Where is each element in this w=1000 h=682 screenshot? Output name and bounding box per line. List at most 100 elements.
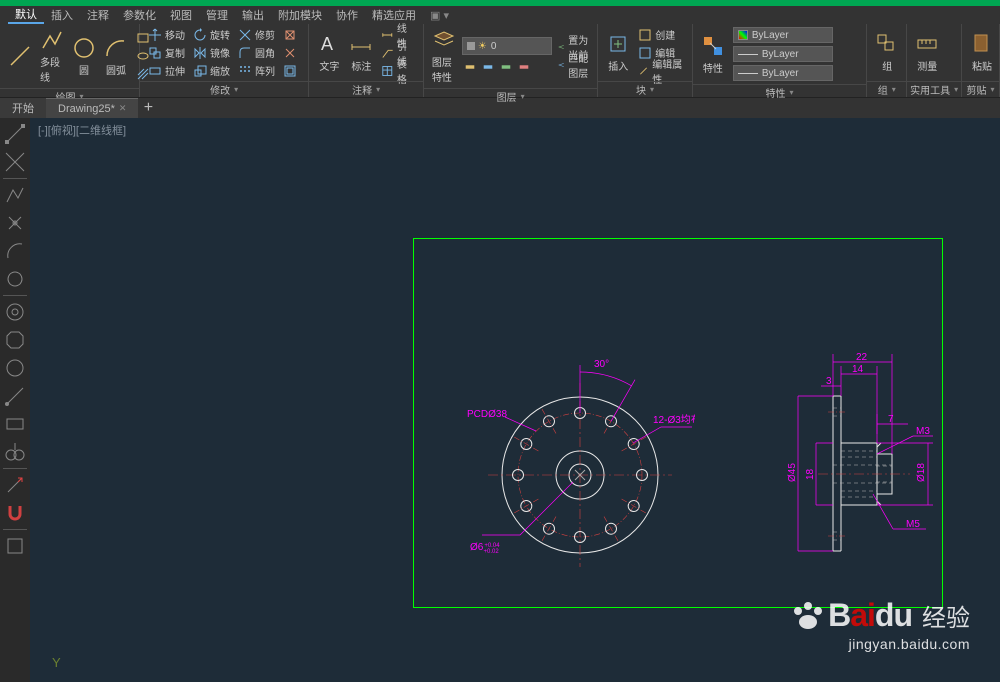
- layer-tool-icon[interactable]: [462, 58, 478, 75]
- lineweight-dropdown[interactable]: ByLayer: [733, 46, 833, 62]
- layer-tool4-icon[interactable]: [516, 58, 532, 75]
- create-block-button[interactable]: 创建: [636, 26, 686, 43]
- edit-attr-button[interactable]: 编辑属性: [636, 62, 686, 79]
- ribbon-panel-draw: 多段线 圆 圆弧 绘图: [0, 24, 140, 97]
- svg-text:30°: 30°: [594, 359, 609, 370]
- linetype-dropdown[interactable]: ByLayer: [733, 65, 833, 81]
- watermark: Baidu 经验 jingyan.baidu.com: [792, 597, 970, 652]
- copy-button[interactable]: 复制: [146, 44, 187, 61]
- layer-tool2-icon[interactable]: [480, 58, 496, 75]
- panel-title-block[interactable]: 块: [598, 81, 692, 97]
- layer-props-button[interactable]: 图层特性: [430, 26, 458, 86]
- tool-octagon-icon[interactable]: [0, 326, 30, 354]
- svg-text:M3: M3: [916, 426, 930, 437]
- svg-text:M5: M5: [906, 519, 920, 530]
- svg-text:18: 18: [805, 468, 816, 480]
- dim-button[interactable]: 标注: [347, 30, 375, 75]
- tool-circle2-icon[interactable]: [0, 354, 30, 382]
- left-toolbar: [0, 118, 30, 682]
- tool-arc-icon[interactable]: [0, 237, 30, 265]
- ribbon-panel-groups: 组 组: [867, 24, 907, 97]
- menu-view[interactable]: 视图: [163, 7, 199, 23]
- tool-rect-icon[interactable]: [0, 410, 30, 438]
- group-button[interactable]: 组: [873, 30, 901, 75]
- erase-icon[interactable]: [281, 26, 299, 43]
- tool-compound-icon[interactable]: [0, 438, 30, 466]
- tool-magnet-icon[interactable]: [0, 499, 30, 527]
- layer-tool3-icon[interactable]: [498, 58, 514, 75]
- tool-circle-icon[interactable]: [0, 298, 30, 326]
- layer-dropdown[interactable]: ☀ 0: [462, 37, 552, 55]
- panel-title-modify[interactable]: 修改: [140, 81, 308, 97]
- y-axis-label: Y: [52, 655, 61, 670]
- panel-title-annotate[interactable]: 注释: [309, 81, 423, 97]
- tab-drawing[interactable]: Drawing25*✕: [46, 98, 138, 118]
- tool-construction-icon[interactable]: [0, 148, 30, 176]
- ribbon-panel-annotate: A文字 标注 线性 引线 表格 注释: [309, 24, 424, 97]
- menu-focus-icon[interactable]: ▣ ▾: [423, 9, 456, 22]
- menu-default[interactable]: 默认: [8, 6, 44, 24]
- paste-button[interactable]: 粘贴: [968, 30, 996, 75]
- panel-title-properties[interactable]: 特性: [693, 84, 866, 100]
- color-dropdown[interactable]: ByLayer: [733, 27, 833, 43]
- panel-title-groups[interactable]: 组: [867, 81, 906, 97]
- scale-button[interactable]: 缩放: [191, 62, 232, 79]
- tool-square-icon[interactable]: [0, 532, 30, 560]
- svg-text:Ø6+0.04+0.02: Ø6+0.04+0.02: [470, 542, 500, 555]
- array-button[interactable]: 阵列: [236, 62, 277, 79]
- measure-button[interactable]: 测量: [913, 30, 941, 75]
- tool-line-icon[interactable]: [0, 120, 30, 148]
- offset-icon[interactable]: [281, 62, 299, 79]
- menu-output[interactable]: 输出: [235, 7, 271, 23]
- mirror-button[interactable]: 镜像: [191, 44, 232, 61]
- explode-icon[interactable]: [281, 44, 299, 61]
- line-button[interactable]: [6, 42, 34, 70]
- menu-parametric[interactable]: 参数化: [116, 7, 163, 23]
- ribbon-panel-properties: 特性 ByLayer ByLayer ByLayer 特性: [693, 24, 867, 97]
- circle-button[interactable]: 圆: [70, 34, 98, 79]
- panel-title-utilities[interactable]: 实用工具: [907, 81, 961, 97]
- viewport-label[interactable]: [-][俯视][二维线框]: [38, 122, 126, 138]
- tool-delete-icon[interactable]: [0, 471, 30, 499]
- menu-annotate[interactable]: 注释: [80, 7, 116, 23]
- svg-text:12-Ø3均布: 12-Ø3均布: [653, 414, 695, 426]
- ribbon-panel-modify: 移动 复制 拉伸 旋转 镜像 缩放 修剪 圆角 阵列 修改: [140, 24, 309, 97]
- trim-button[interactable]: 修剪: [236, 26, 277, 43]
- stretch-button[interactable]: 拉伸: [146, 62, 187, 79]
- match-layer-button[interactable]: 匹配图层: [556, 57, 591, 74]
- tool-shape-icon[interactable]: [0, 265, 30, 293]
- ribbon: 多段线 圆 圆弧 绘图 移动 复制 拉伸 旋转 镜像 缩放 修剪: [0, 24, 1000, 98]
- menu-bar: 默认 插入 注释 参数化 视图 管理 输出 附加模块 协作 精选应用 ▣ ▾: [0, 6, 1000, 24]
- tool-segment-icon[interactable]: [0, 382, 30, 410]
- ribbon-panel-block: 插入 创建 编辑 编辑属性 块: [598, 24, 693, 97]
- svg-text:A: A: [321, 34, 333, 54]
- rotate-button[interactable]: 旋转: [191, 26, 232, 43]
- ribbon-panel-utilities: 测量 实用工具: [907, 24, 962, 97]
- table-button[interactable]: 表格: [379, 62, 417, 79]
- ribbon-panel-clipboard: 粘贴 剪贴: [962, 24, 1000, 97]
- svg-text:Ø45: Ø45: [787, 463, 798, 482]
- insert-block-button[interactable]: 插入: [604, 30, 632, 75]
- menu-collab[interactable]: 协作: [329, 7, 365, 23]
- fillet-button[interactable]: 圆角: [236, 44, 277, 61]
- tool-polyline-icon[interactable]: [0, 181, 30, 209]
- tool-ray-icon[interactable]: [0, 209, 30, 237]
- menu-addins[interactable]: 附加模块: [271, 7, 329, 23]
- svg-text:PCDØ38: PCDØ38: [467, 409, 507, 420]
- match-props-button[interactable]: 特性: [699, 32, 727, 77]
- ribbon-panel-layers: 图层特性 ☀ 0 置为当前 匹配图层 图层: [424, 24, 598, 97]
- tab-start[interactable]: 开始: [0, 98, 46, 118]
- svg-text:Ø18: Ø18: [916, 463, 927, 482]
- svg-text:14: 14: [852, 364, 864, 375]
- new-tab-button[interactable]: +: [138, 99, 158, 117]
- panel-title-layers[interactable]: 图层: [424, 88, 597, 104]
- text-button[interactable]: A文字: [315, 30, 343, 75]
- menu-manage[interactable]: 管理: [199, 7, 235, 23]
- svg-text:22: 22: [856, 352, 868, 363]
- close-icon[interactable]: ✕: [119, 103, 127, 114]
- arc-button[interactable]: 圆弧: [102, 34, 130, 79]
- menu-insert[interactable]: 插入: [44, 7, 80, 23]
- polyline-button[interactable]: 多段线: [38, 26, 66, 86]
- panel-title-clipboard[interactable]: 剪贴: [962, 81, 999, 97]
- move-button[interactable]: 移动: [146, 26, 187, 43]
